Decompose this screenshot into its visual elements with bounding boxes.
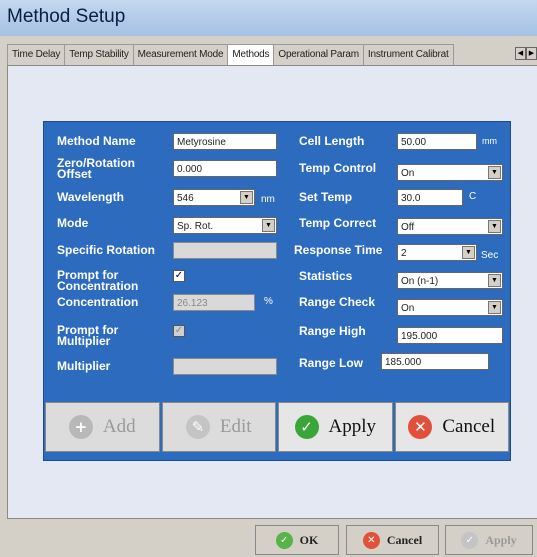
checkmark-icon: ✓ [461,531,479,549]
prompt-multiplier-checkbox: ✓ [173,325,185,337]
wavelength-label: Wavelength [57,190,124,204]
ok-button[interactable]: ✓ OK [255,525,339,555]
temp-correct-value: Off [401,222,415,233]
method-name-input[interactable]: Metyrosine [173,133,277,150]
response-time-value: 2 [401,248,407,259]
cell-length-input[interactable]: 50.00 [397,133,477,150]
response-time-label: Response Time [294,243,383,257]
mode-select[interactable]: Sp. Rot. ▼ [173,217,277,234]
temp-control-value: On [401,168,415,179]
multiplier-input [173,358,277,375]
specific-rotation-label: Specific Rotation [57,243,156,257]
tab-scroll-buttons: ◀ ▶ [515,47,537,60]
scroll-left-icon[interactable]: ◀ [515,47,526,60]
cell-length-unit: mm [482,136,497,146]
zero-offset-input[interactable]: 0.000 [173,160,277,177]
apply-button-label: Apply [328,416,377,437]
dropdown-arrow-icon[interactable]: ▼ [240,191,253,204]
temp-correct-label: Temp Correct [299,216,377,230]
concentration-input: 26.123 [173,294,255,311]
mode-label: Mode [57,216,89,230]
close-icon: ✕ [408,415,433,439]
tab-instrument-calibration[interactable]: Instrument Calibrat [362,44,454,65]
tab-content: Method Name Metyrosine Zero/Rotation Off… [7,66,537,518]
set-temp-unit: C [469,191,477,202]
set-temp-input[interactable]: 30.0 [397,189,463,206]
range-high-input[interactable]: 195.000 [397,327,503,344]
tab-measurement-mode[interactable]: Measurement Mode [132,44,229,65]
scroll-right-icon[interactable]: ▶ [526,47,537,60]
range-high-label: Range High [299,324,366,338]
footer-cancel-label: Cancel [386,532,423,547]
multiplier-label: Multiplier [57,359,111,373]
close-icon: ✕ [362,531,380,549]
concentration-label: Concentration [57,295,139,309]
cancel-button-label: Cancel [442,416,496,437]
range-check-select[interactable]: On ▼ [397,299,503,316]
response-time-select[interactable]: 2 ▼ [397,244,477,261]
tab-operational-param[interactable]: Operational Param [273,44,364,65]
apply-button[interactable]: ✓ Apply [278,402,393,452]
tab-bar: Time Delay Temp Stability Measurement Mode… [7,44,537,66]
footer-apply-label: Apply [485,532,517,547]
window-title: Method Setup [0,0,537,36]
statistics-label: Statistics [299,269,353,283]
mode-value: Sp. Rot. [177,221,214,232]
dropdown-arrow-icon[interactable]: ▼ [488,301,501,314]
method-form-panel: Method Name Metyrosine Zero/Rotation Off… [43,121,511,461]
edit-button: ✎ Edit [161,402,276,452]
wavelength-select[interactable]: 546 ▼ [173,189,255,206]
dropdown-arrow-icon[interactable]: ▼ [462,246,475,259]
footer-cancel-button[interactable]: ✕ Cancel [346,525,439,555]
concentration-unit: % [264,296,273,307]
checkmark-icon: ✓ [294,415,319,439]
dropdown-arrow-icon[interactable]: ▼ [488,166,501,179]
tab-temp-stability[interactable]: Temp Stability [64,44,134,65]
zero-offset-label-2: Offset [57,167,92,181]
add-button-label: Add [102,416,136,437]
method-setup-window: Method Setup Time Delay Temp Stability Mea… [0,0,537,557]
dropdown-arrow-icon[interactable]: ▼ [488,274,501,287]
method-name-label: Method Name [57,134,136,148]
dropdown-arrow-icon[interactable]: ▼ [262,219,275,232]
dropdown-arrow-icon[interactable]: ▼ [488,220,501,233]
footer-apply-button: ✓ Apply [445,525,533,555]
edit-button-label: Edit [219,416,252,437]
range-low-label: Range Low [299,356,364,370]
plus-icon: + [68,415,93,439]
temp-correct-select[interactable]: Off ▼ [397,218,503,235]
pencil-icon: ✎ [185,415,210,439]
checkmark-icon: ✓ [275,531,293,549]
ok-button-label: OK [299,532,319,547]
add-button: + Add [45,402,160,452]
temp-control-label: Temp Control [299,161,377,175]
range-check-value: On [401,303,415,314]
prompt-multiplier-label-2: Multiplier [57,334,111,348]
statistics-select[interactable]: On (n-1) ▼ [397,272,503,289]
prompt-concentration-checkbox[interactable]: ✓ [173,270,185,282]
cell-length-label: Cell Length [299,134,365,148]
range-check-label: Range Check [299,295,376,309]
statistics-value: On (n-1) [401,276,439,287]
wavelength-value: 546 [177,193,194,204]
wavelength-unit: nm [261,194,275,205]
response-time-unit: Sec [481,250,499,261]
range-low-input[interactable]: 185.000 [381,353,489,370]
action-button-row: + Add ✎ Edit ✓ Apply ✕ Cancel [44,402,510,454]
cancel-button[interactable]: ✕ Cancel [394,402,509,452]
prompt-concentration-label-2: Concentration [57,279,139,293]
dialog-footer: ✓ OK ✕ Cancel ✓ Apply [7,518,537,557]
tab-time-delay[interactable]: Time Delay [7,44,66,65]
specific-rotation-input [173,242,277,259]
temp-control-select[interactable]: On ▼ [397,164,503,181]
set-temp-label: Set Temp [299,190,353,204]
tab-methods[interactable]: Methods [227,44,275,65]
